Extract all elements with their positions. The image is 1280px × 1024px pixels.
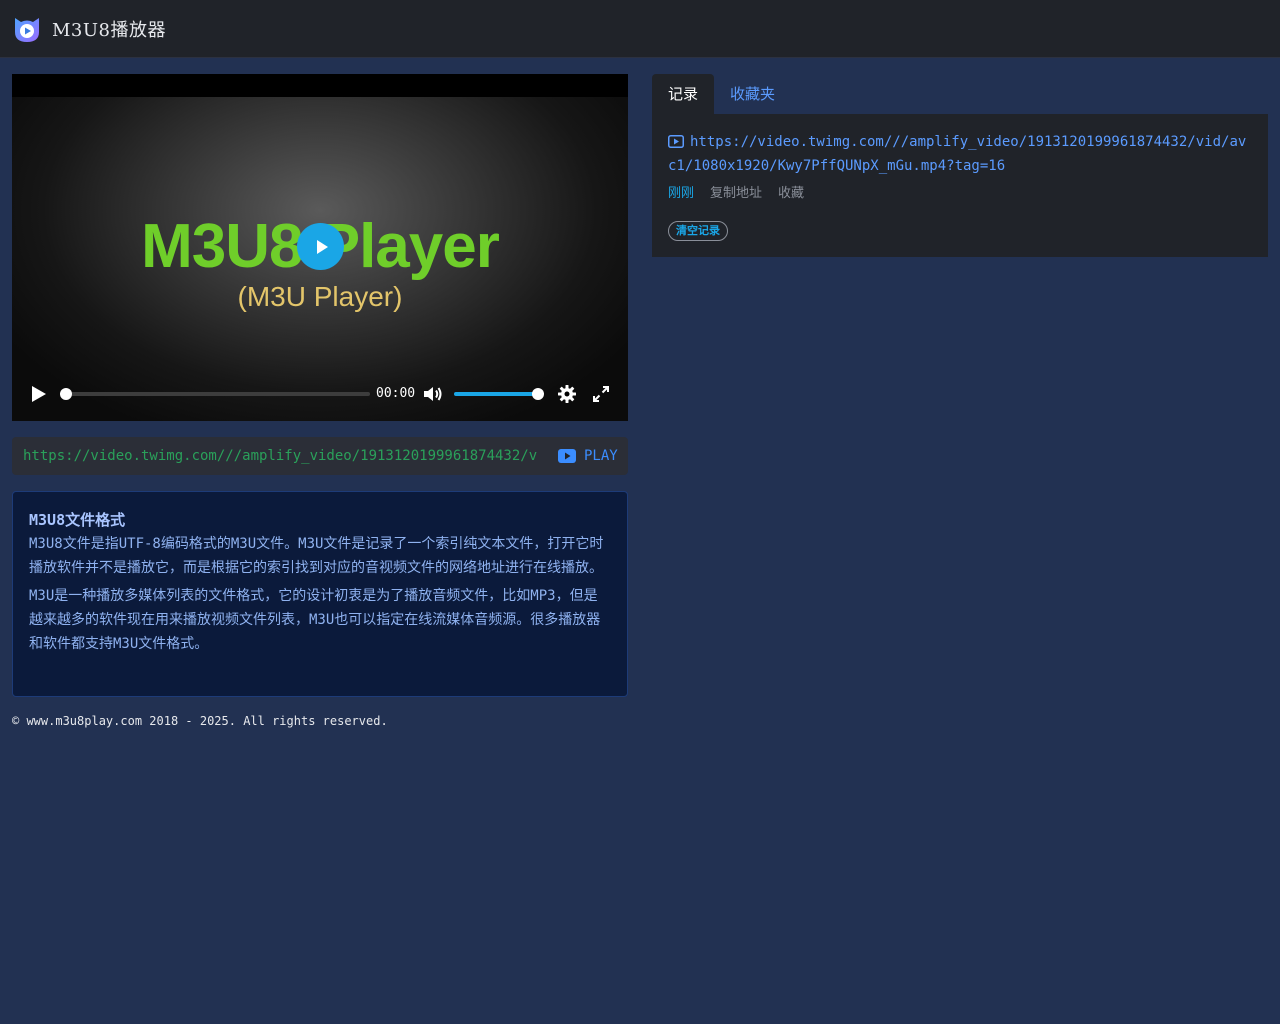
- info-card: M3U8文件格式 M3U8文件是指UTF-8编码格式的M3U文件。M3U文件是记…: [12, 491, 628, 697]
- history-item-actions: 刚刚 复制地址 收藏: [668, 182, 1252, 201]
- video-player[interactable]: M3U8 Player (M3U Player) 00:00: [12, 74, 628, 421]
- info-paragraph-1: M3U8文件是指UTF-8编码格式的M3U文件。M3U文件是记录了一个索引纯文本…: [29, 536, 604, 576]
- clear-history-button[interactable]: 清空记录: [668, 221, 728, 241]
- video-play-icon: [558, 449, 576, 463]
- video-icon: [668, 135, 684, 148]
- play-url-label: PLAY: [584, 448, 618, 464]
- big-play-button[interactable]: [297, 223, 344, 270]
- logo-icon[interactable]: [12, 14, 42, 44]
- info-heading: M3U8文件格式: [29, 511, 126, 529]
- play-url-button[interactable]: PLAY: [558, 445, 618, 467]
- add-favorite-link[interactable]: 收藏: [778, 182, 804, 201]
- seek-handle[interactable]: [60, 388, 72, 400]
- history-item-time: 刚刚: [668, 186, 695, 201]
- settings-button[interactable]: [557, 384, 577, 408]
- volume-handle[interactable]: [532, 388, 544, 400]
- fullscreen-icon: [593, 386, 609, 402]
- play-icon: [316, 239, 328, 254]
- volume-icon: [424, 387, 442, 401]
- gear-icon: [558, 385, 576, 403]
- play-icon: [32, 386, 46, 402]
- history-panel: https://video.twimg.com///amplify_video/…: [652, 114, 1268, 257]
- control-play-button[interactable]: [28, 384, 48, 408]
- tab-favorites[interactable]: 收藏夹: [714, 74, 791, 114]
- m3u8-url-input[interactable]: [23, 446, 537, 466]
- footer-copyright: © www.m3u8play.com 2018 - 2025. All righ…: [12, 714, 388, 728]
- fullscreen-button[interactable]: [592, 385, 610, 407]
- tab-history[interactable]: 记录: [652, 74, 715, 114]
- seek-bar[interactable]: [60, 392, 370, 396]
- current-time: 00:00: [376, 386, 416, 401]
- app-title: M3U8播放器: [52, 19, 167, 41]
- url-bar: PLAY: [12, 437, 628, 475]
- history-tabs: 记录 收藏夹: [652, 74, 791, 114]
- mute-button[interactable]: [422, 384, 444, 408]
- info-paragraph-2: M3U是一种播放多媒体列表的文件格式，它的设计初衷是为了播放音频文件，比如MP3…: [29, 588, 601, 652]
- app-header: M3U8播放器: [0, 0, 1280, 58]
- history-item-url: https://video.twimg.com///amplify_video/…: [668, 134, 1247, 174]
- copy-url-link[interactable]: 复制地址: [710, 182, 762, 201]
- poster-subtitle: (M3U Player): [237, 281, 403, 312]
- history-item[interactable]: https://video.twimg.com///amplify_video/…: [668, 130, 1252, 178]
- volume-slider[interactable]: [454, 392, 542, 396]
